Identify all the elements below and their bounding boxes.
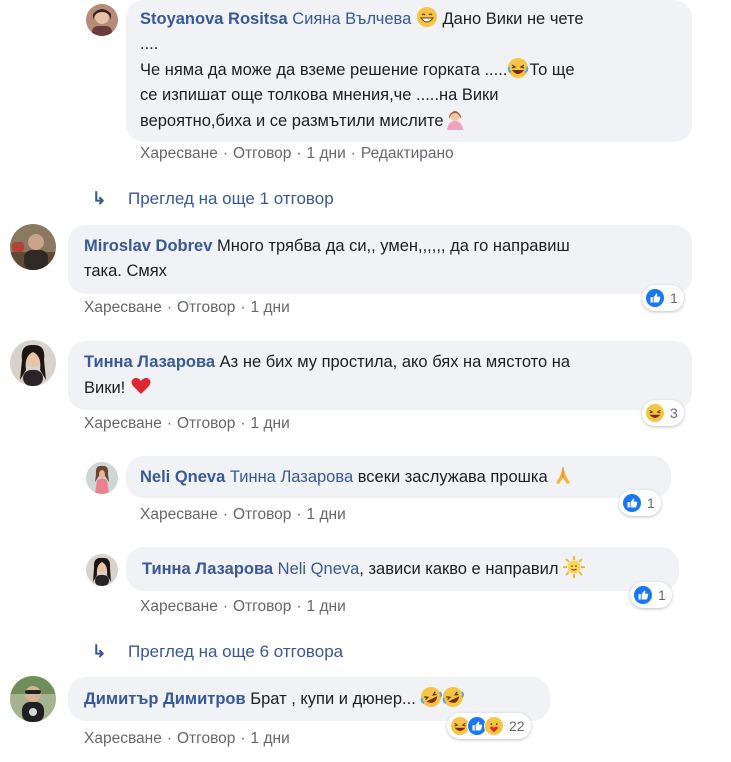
- timestamp[interactable]: 1 дни: [251, 299, 290, 316]
- like-button[interactable]: Харесване: [84, 299, 162, 316]
- reaction-count: 1: [670, 290, 678, 306]
- reaction-summary[interactable]: 1: [630, 582, 672, 608]
- reply-arrow-icon: ↳: [92, 642, 107, 661]
- comment-actions: Харесване · Отговор · 1 дни: [140, 598, 346, 615]
- reaction-count: 3: [670, 405, 678, 421]
- reaction-summary[interactable]: 1: [642, 285, 684, 311]
- comment-text: Много трябва да си,, умен,,,,,, да го на…: [216, 237, 570, 255]
- reaction-summary[interactable]: 22: [447, 713, 531, 739]
- comment-text: вероятно,биха и се размътили мислите: [140, 112, 444, 130]
- edited-label: Редактирано: [360, 145, 454, 162]
- comment-text: То ще: [529, 61, 575, 79]
- timestamp[interactable]: 1 дни: [307, 145, 346, 162]
- laughing-emoji-icon: [507, 57, 529, 79]
- folded-hands-emoji-icon: [552, 464, 574, 486]
- comment-bubble: Тинна Лазарова Аз не бих му простила, ак…: [68, 341, 692, 410]
- reply-button[interactable]: Отговор: [233, 598, 291, 615]
- comment-text: ....: [140, 35, 159, 53]
- sun-face-emoji-icon: [563, 556, 586, 578]
- mention-link[interactable]: Neli Qneva: [278, 560, 360, 578]
- comment-actions: Харесване · Отговор · 1 дни · Редактирано: [140, 145, 454, 162]
- comment-author[interactable]: Тинна Лазарова: [84, 353, 215, 371]
- avatar[interactable]: [86, 554, 118, 586]
- view-more-replies[interactable]: ↳ Преглед на още 1 отговор: [92, 189, 334, 209]
- comment-text: всеки заслужава прошка: [357, 468, 548, 486]
- like-reaction-icon: [622, 493, 642, 513]
- avatar[interactable]: [86, 4, 118, 36]
- rolling-laughing-emoji-icon: [420, 686, 443, 708]
- comment-author[interactable]: Stoyanova Rositsa: [140, 10, 288, 28]
- haha-reaction-icon: [645, 403, 665, 423]
- timestamp[interactable]: 1 дни: [307, 506, 346, 523]
- person-gesturing-emoji-icon: [444, 108, 466, 130]
- comment-author[interactable]: Димитър Димитров: [84, 690, 246, 708]
- avatar[interactable]: [10, 676, 56, 722]
- reply-button[interactable]: Отговор: [177, 299, 235, 316]
- comment-actions: Харесване · Отговор · 1 дни: [84, 415, 290, 432]
- rolling-laughing-emoji-icon: [442, 686, 465, 708]
- reply-button[interactable]: Отговор: [177, 415, 235, 432]
- comment-actions: Харесване · Отговор · 1 дни: [140, 506, 346, 523]
- comment-text: Вики!: [84, 379, 126, 397]
- comment-bubble: Miroslav Dobrev Много трябва да си,, уме…: [68, 225, 692, 294]
- comment-text: , зависи какво е направил: [359, 560, 559, 578]
- comment-author[interactable]: Тинна Лазарова: [142, 560, 273, 578]
- avatar[interactable]: [86, 462, 118, 494]
- mention-link[interactable]: Тинна Лазарова: [230, 468, 353, 486]
- like-button[interactable]: Харесване: [84, 730, 162, 747]
- comment-bubble: Stoyanova Rositsa Сияна Вълчева Дано Вик…: [126, 0, 692, 142]
- reply-arrow-icon: ↳: [92, 189, 107, 208]
- like-button[interactable]: Харесване: [140, 145, 218, 162]
- reply-button[interactable]: Отговор: [233, 506, 291, 523]
- reply-button[interactable]: Отговор: [177, 730, 235, 747]
- like-reaction-icon: [645, 288, 665, 308]
- reply-button[interactable]: Отговор: [233, 145, 291, 162]
- reaction-summary[interactable]: 3: [642, 400, 684, 426]
- reaction-count: 1: [647, 495, 655, 511]
- comment-bubble: Тинна Лазарова Neli Qneva, зависи какво …: [126, 547, 679, 591]
- timestamp[interactable]: 1 дни: [307, 598, 346, 615]
- comment-text: Че няма да може да вземе решение горката…: [140, 61, 508, 79]
- comment-actions: Харесване · Отговор · 1 дни: [84, 299, 290, 316]
- mention-link[interactable]: Сияна Вълчева: [292, 10, 411, 28]
- reaction-count: 1: [658, 587, 666, 603]
- comment-text: Дано Вики не чете: [442, 10, 584, 28]
- like-button[interactable]: Харесване: [140, 598, 218, 615]
- comment-author[interactable]: Neli Qneva: [140, 468, 225, 486]
- comment-text: така. Смях: [84, 262, 167, 280]
- like-reaction-icon: [633, 585, 653, 605]
- comment-author[interactable]: Miroslav Dobrev: [84, 237, 212, 255]
- comment-text: Брат , купи и дюнер...: [250, 690, 416, 708]
- red-heart-emoji-icon: [130, 375, 152, 397]
- comment-bubble: Neli Qneva Тинна Лазарова всеки заслужав…: [126, 456, 671, 498]
- avatar[interactable]: [10, 224, 56, 270]
- comment-text: се изпишат още толкова мнения,че .....на…: [140, 86, 499, 104]
- avatar[interactable]: [10, 340, 56, 386]
- like-button[interactable]: Харесване: [84, 415, 162, 432]
- comment-actions: Харесване · Отговор · 1 дни: [84, 730, 290, 747]
- comment-text: Аз не бих му простила, ако бях на мястот…: [219, 353, 571, 371]
- like-button[interactable]: Харесване: [140, 506, 218, 523]
- care-reaction-icon: [484, 716, 504, 736]
- grinning-emoji-icon: [416, 6, 438, 28]
- view-more-replies[interactable]: ↳ Преглед на още 6 отговора: [92, 642, 343, 662]
- reaction-count: 22: [509, 718, 525, 734]
- reaction-summary[interactable]: 1: [619, 490, 661, 516]
- timestamp[interactable]: 1 дни: [251, 730, 290, 747]
- timestamp[interactable]: 1 дни: [251, 415, 290, 432]
